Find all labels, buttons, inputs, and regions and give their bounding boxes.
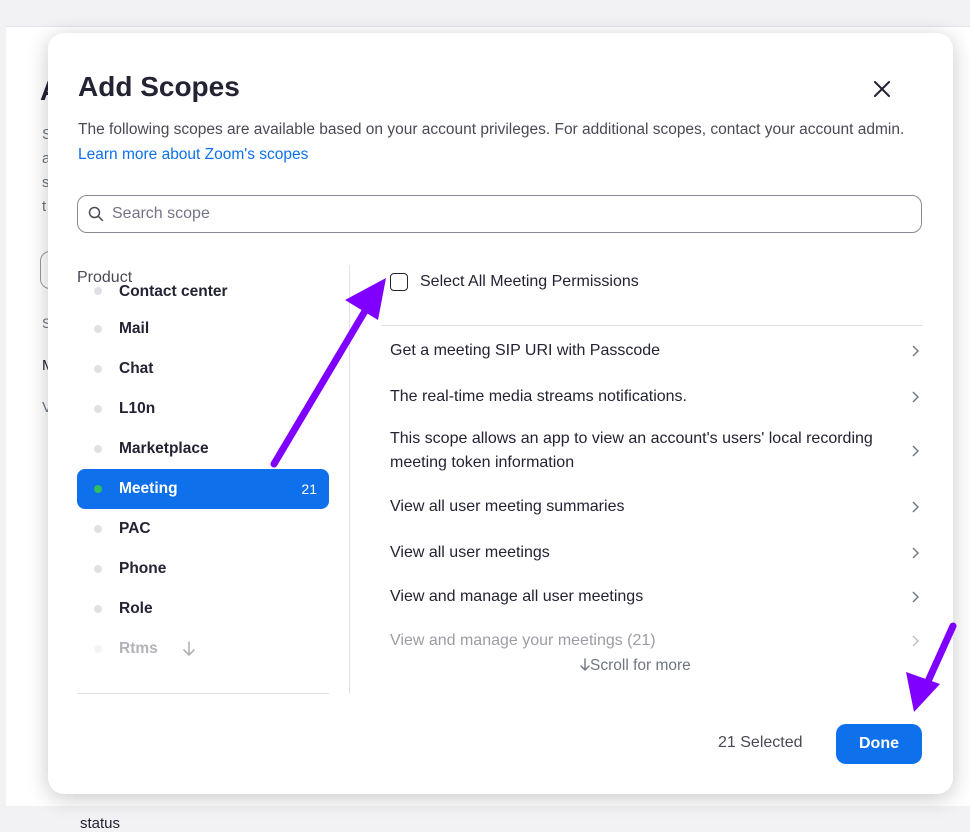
scope-item[interactable]: Get a meeting SIP URI with Passcode bbox=[390, 339, 925, 363]
scope-label: View all user meetings bbox=[390, 544, 550, 561]
scope-label: Get a meeting SIP URI with Passcode bbox=[390, 342, 661, 359]
scroll-for-more-hint: Scroll for more bbox=[580, 657, 691, 675]
description-text: The following scopes are available based… bbox=[78, 121, 905, 138]
scope-label: View and manage all user meetings bbox=[390, 588, 644, 605]
status-dot bbox=[94, 485, 102, 493]
scope-item[interactable]: View and manage your meetings (21) bbox=[390, 629, 925, 653]
chevron-right-icon bbox=[912, 591, 919, 603]
chevron-right-icon bbox=[912, 547, 919, 559]
arrow-down-icon bbox=[580, 658, 590, 671]
scope-list[interactable]: Get a meeting SIP URI with Passcode The … bbox=[390, 339, 925, 685]
product-item-pac[interactable]: PAC bbox=[77, 509, 329, 549]
product-label: Chat bbox=[119, 360, 154, 377]
status-dot bbox=[94, 405, 102, 413]
product-item-chat[interactable]: Chat bbox=[77, 349, 329, 389]
learn-more-link[interactable]: Learn more about Zoom's scopes bbox=[78, 146, 308, 163]
product-item-rtms[interactable]: Rtms bbox=[77, 629, 329, 669]
scope-label: View and manage your meetings (21) bbox=[390, 632, 656, 649]
chevron-right-icon bbox=[912, 501, 919, 513]
product-item-l10n[interactable]: L10n bbox=[77, 389, 329, 429]
arrow-down-icon bbox=[182, 641, 195, 656]
product-label: Mail bbox=[119, 320, 150, 337]
scroll-hint-label: Scroll for more bbox=[590, 657, 691, 674]
chevron-right-icon bbox=[912, 345, 919, 357]
background-status-text: status bbox=[80, 815, 121, 832]
dialog-description: The following scopes are available based… bbox=[78, 117, 918, 167]
status-dot bbox=[94, 287, 102, 295]
status-dot bbox=[94, 445, 102, 453]
selected-count: 21 Selected bbox=[718, 734, 803, 751]
scope-count-badge: 21 bbox=[301, 481, 317, 497]
scope-label: This scope allows an app to view an acco… bbox=[390, 430, 873, 471]
product-item-mail[interactable]: Mail bbox=[77, 309, 329, 349]
scope-list-divider bbox=[381, 325, 923, 326]
search-box[interactable] bbox=[77, 195, 922, 233]
product-item-meeting[interactable]: Meeting 21 bbox=[77, 469, 329, 509]
scope-item[interactable]: The real-time media streams notification… bbox=[390, 385, 925, 409]
product-list[interactable]: Contact center Mail Chat L10n Marketplac… bbox=[77, 283, 329, 694]
product-item-phone[interactable]: Phone bbox=[77, 549, 329, 589]
add-scopes-dialog: Add Scopes The following scopes are avai… bbox=[48, 33, 953, 794]
done-button[interactable]: Done bbox=[836, 724, 922, 764]
select-all-checkbox[interactable] bbox=[390, 273, 408, 291]
product-label: Meeting bbox=[119, 480, 178, 497]
status-dot bbox=[94, 645, 102, 653]
chevron-right-icon bbox=[912, 445, 919, 457]
scope-item[interactable]: View and manage all user meetings bbox=[390, 585, 925, 609]
status-dot bbox=[94, 325, 102, 333]
product-label: PAC bbox=[119, 520, 151, 537]
close-button[interactable] bbox=[866, 73, 898, 105]
chevron-right-icon bbox=[912, 635, 919, 647]
product-label: Contact center bbox=[119, 283, 228, 300]
scope-label: View all user meeting summaries bbox=[390, 498, 625, 515]
product-label: Phone bbox=[119, 560, 167, 577]
product-item-role[interactable]: Role bbox=[77, 589, 329, 629]
status-dot bbox=[94, 605, 102, 613]
status-dot bbox=[94, 565, 102, 573]
select-all-label: Select All Meeting Permissions bbox=[420, 273, 639, 290]
scope-item[interactable]: This scope allows an app to view an acco… bbox=[390, 427, 925, 475]
search-icon bbox=[88, 206, 104, 222]
product-label: L10n bbox=[119, 400, 156, 417]
scope-item[interactable]: View all user meeting summaries bbox=[390, 495, 925, 519]
product-item-contact-center[interactable]: Contact center bbox=[77, 283, 329, 309]
chevron-right-icon bbox=[912, 391, 919, 403]
product-label: Marketplace bbox=[119, 440, 209, 457]
close-icon[interactable] bbox=[873, 80, 891, 98]
product-label: Role bbox=[119, 600, 153, 617]
select-all-checkbox-row[interactable]: Select All Meeting Permissions bbox=[390, 273, 639, 291]
product-label: Rtms bbox=[119, 640, 158, 657]
scope-label: The real-time media streams notification… bbox=[390, 388, 687, 405]
product-item-marketplace[interactable]: Marketplace bbox=[77, 429, 329, 469]
status-dot bbox=[94, 365, 102, 373]
scope-item[interactable]: View all user meetings bbox=[390, 541, 925, 565]
search-input[interactable] bbox=[110, 204, 894, 224]
status-dot bbox=[94, 525, 102, 533]
panel-divider bbox=[349, 265, 350, 693]
dialog-title: Add Scopes bbox=[78, 71, 240, 102]
